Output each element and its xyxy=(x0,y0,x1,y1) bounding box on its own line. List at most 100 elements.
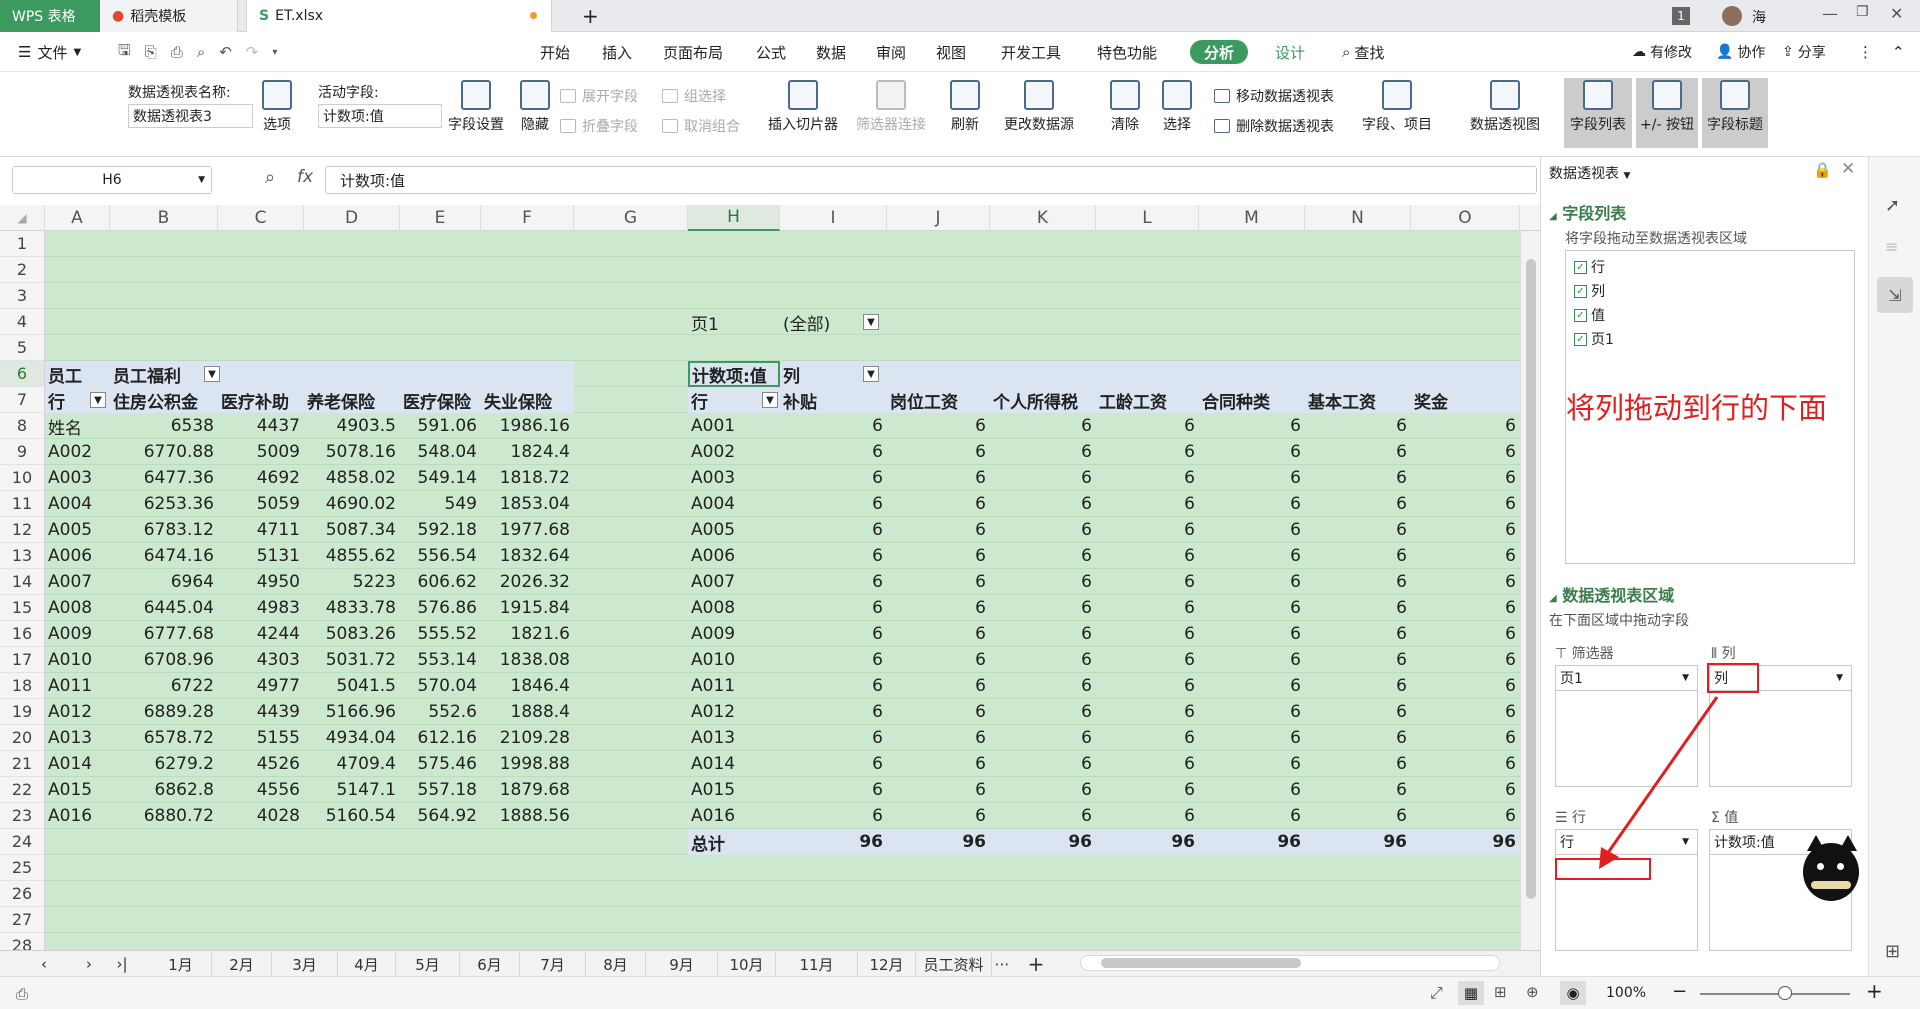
pivot-value-cell[interactable]: 6 xyxy=(1096,699,1199,725)
left-column-header[interactable]: 失业保险 xyxy=(484,387,574,413)
zoom-out-icon[interactable]: − xyxy=(1672,981,1687,1002)
collapse-ribbon-icon[interactable]: ⌃ xyxy=(1892,32,1905,72)
left-value-cell[interactable]: 1915.84 xyxy=(481,595,574,621)
pivot-row-label-cell[interactable]: A014 xyxy=(691,751,780,777)
pivot-value-cell[interactable]: 6 xyxy=(887,673,990,699)
expand-field-button[interactable]: 展开字段 xyxy=(560,86,638,106)
left-value-cell[interactable]: 592.18 xyxy=(400,517,481,543)
column-header[interactable]: H xyxy=(688,205,780,231)
vertical-scrollbar[interactable] xyxy=(1520,231,1540,950)
pointer-icon[interactable]: ➚ xyxy=(1885,195,1900,216)
left-value-cell[interactable]: 4858.02 xyxy=(304,465,400,491)
row-header[interactable]: 27 xyxy=(0,907,45,933)
left-value-cell[interactable]: 6862.8 xyxy=(110,777,218,803)
pivot-value-cell[interactable]: 6 xyxy=(990,569,1096,595)
left-value-cell[interactable]: 6445.04 xyxy=(110,595,218,621)
pivot-value-cell[interactable]: 6 xyxy=(887,517,990,543)
row-filter-dropdown-icon[interactable]: ▼ xyxy=(90,392,106,408)
left-value-cell[interactable]: 5078.16 xyxy=(304,439,400,465)
column-header[interactable]: F xyxy=(481,205,574,231)
pivot-column-header[interactable]: 补贴 xyxy=(783,387,887,413)
pivot-value-cell[interactable]: 6 xyxy=(990,777,1096,803)
pivot-value-cell[interactable]: 6 xyxy=(1096,647,1199,673)
left-value-cell[interactable]: 6770.88 xyxy=(110,439,218,465)
horizontal-scroll-thumb[interactable] xyxy=(1101,958,1301,968)
left-value-cell[interactable]: 548.04 xyxy=(400,439,481,465)
macro-icon[interactable]: ⎙ xyxy=(16,985,28,1003)
zoom-slider[interactable] xyxy=(1700,986,1850,1000)
reading-mode-icon[interactable]: ⊕ xyxy=(1526,983,1539,1001)
pivot-value-cell[interactable]: 6 xyxy=(990,543,1096,569)
pivot-value-cell[interactable]: 6 xyxy=(990,439,1096,465)
zoom-formula-icon[interactable]: ⌕ xyxy=(265,167,275,188)
share-button[interactable]: ⇪ 分享 xyxy=(1782,32,1826,72)
sheet-tab[interactable]: 10月 xyxy=(718,951,776,977)
pivot-value-cell[interactable]: 6 xyxy=(990,699,1096,725)
pivot-name-input[interactable]: 数据透视表3 xyxy=(128,104,253,128)
pivot-value-cell[interactable]: 6 xyxy=(780,751,887,777)
row-header[interactable]: 25 xyxy=(0,855,45,881)
pivot-value-cell[interactable]: 6 xyxy=(1411,751,1520,777)
options-button[interactable]: 选项 xyxy=(262,80,292,134)
left-row-label[interactable]: A006 xyxy=(48,543,110,569)
pivot-value-cell[interactable]: 6 xyxy=(780,647,887,673)
pivot-value-cell[interactable]: 6 xyxy=(1411,465,1520,491)
pivot-value-cell[interactable]: 6 xyxy=(990,413,1096,439)
left-value-cell[interactable]: 4526 xyxy=(218,751,304,777)
fields-items-button[interactable]: 字段、项目 xyxy=(1362,80,1432,134)
pivot-value-cell[interactable]: 6 xyxy=(1199,413,1305,439)
pivot-value-cell[interactable]: 6 xyxy=(887,439,990,465)
left-value-cell[interactable]: 4709.4 xyxy=(304,751,400,777)
pivot-value-cell[interactable]: 6 xyxy=(1305,621,1411,647)
pivot-value-cell[interactable]: 6 xyxy=(887,751,990,777)
menu-tab-developer[interactable]: 开发工具 xyxy=(1001,32,1061,72)
sheet-tab[interactable]: 8月 xyxy=(586,951,646,977)
pivot-value-cell[interactable]: 6 xyxy=(1199,803,1305,829)
left-value-cell[interactable]: 6783.12 xyxy=(110,517,218,543)
pivot-value-cell[interactable]: 6 xyxy=(990,725,1096,751)
left-value-cell[interactable]: 1888.4 xyxy=(481,699,574,725)
row-header[interactable]: 20 xyxy=(0,725,45,751)
menu-tab-insert[interactable]: 插入 xyxy=(602,32,632,72)
left-value-cell[interactable]: 4690.02 xyxy=(304,491,400,517)
pivot-value-cell[interactable]: 6 xyxy=(1411,543,1520,569)
pivot-value-cell[interactable]: 6 xyxy=(1411,699,1520,725)
menu-tab-review[interactable]: 审阅 xyxy=(876,32,906,72)
pivot-row-label-cell[interactable]: A015 xyxy=(691,777,780,803)
pivot-column-header[interactable]: 合同种类 xyxy=(1202,387,1305,413)
pivot-value-cell[interactable]: 6 xyxy=(1305,439,1411,465)
last-sheet-icon[interactable]: ›| xyxy=(108,951,136,977)
pivot-value-cell[interactable]: 6 xyxy=(1305,569,1411,595)
pivot-value-cell[interactable]: 6 xyxy=(780,543,887,569)
menu-tab-analyze[interactable]: 分析 xyxy=(1190,40,1249,64)
column-header[interactable]: K xyxy=(990,205,1096,231)
menu-tab-layout[interactable]: 页面布局 xyxy=(663,32,723,72)
row-header[interactable]: 17 xyxy=(0,647,45,673)
minimize-icon[interactable]: — xyxy=(1822,4,1838,23)
pivot-value-cell[interactable]: 6 xyxy=(1096,569,1199,595)
pivot-value-cell[interactable]: 6 xyxy=(780,621,887,647)
left-value-cell[interactable]: 5160.54 xyxy=(304,803,400,829)
left-row-label[interactable]: A004 xyxy=(48,491,110,517)
row-header[interactable]: 11 xyxy=(0,491,45,517)
sheet-tab[interactable]: 11月 xyxy=(776,951,858,977)
column-header[interactable]: I xyxy=(780,205,887,231)
pivot-value-cell[interactable]: 6 xyxy=(1411,569,1520,595)
pivot-value-cell[interactable]: 6 xyxy=(1411,439,1520,465)
pivot-value-cell[interactable]: 6 xyxy=(1411,517,1520,543)
zoom-slider-handle[interactable] xyxy=(1778,986,1792,1000)
left-value-cell[interactable]: 1977.68 xyxy=(481,517,574,543)
pivot-total-value[interactable]: 96 xyxy=(990,829,1096,855)
left-value-cell[interactable]: 549.14 xyxy=(400,465,481,491)
left-row-label[interactable]: A002 xyxy=(48,439,110,465)
pivot-value-cell[interactable]: 6 xyxy=(1199,569,1305,595)
save-icon[interactable]: 🖫 xyxy=(118,40,131,65)
pivot-value-cell[interactable]: 6 xyxy=(1199,439,1305,465)
move-pivot-button[interactable]: 移动数据透视表 xyxy=(1214,86,1334,106)
pivot-value-cell[interactable]: 6 xyxy=(887,413,990,439)
pivot-value-cell[interactable]: 6 xyxy=(1096,621,1199,647)
column-header[interactable]: D xyxy=(304,205,400,231)
pivot-column-header[interactable]: 奖金 xyxy=(1414,387,1520,413)
field-list-toggle[interactable]: 字段列表 xyxy=(1564,78,1632,148)
row-header[interactable]: 4 xyxy=(0,309,45,335)
